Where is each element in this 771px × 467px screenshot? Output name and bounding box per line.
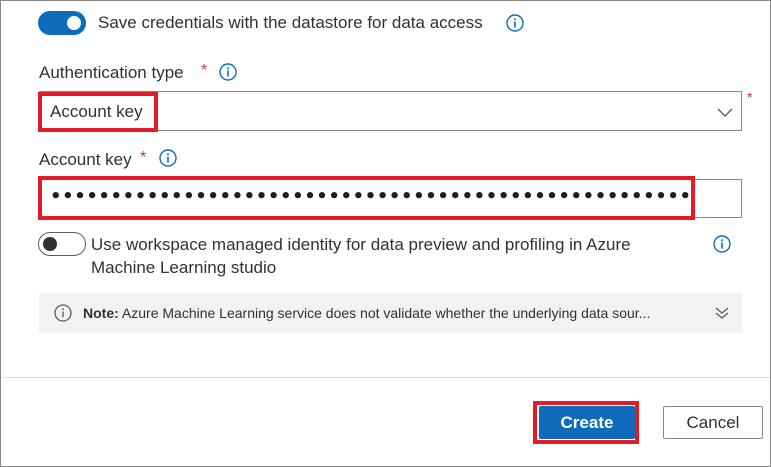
info-icon[interactable] [713,235,731,253]
info-icon[interactable] [219,63,237,81]
chevron-down-icon [717,105,733,117]
managed-identity-label-line2: Machine Learning studio [91,258,277,277]
required-mark: * [201,62,208,79]
auth-type-label: Authentication type [39,63,184,82]
info-icon[interactable] [506,14,524,32]
info-icon [54,304,72,322]
highlight-box-auth-type [38,92,158,132]
note-body: Azure Machine Learning service does not … [121,305,651,321]
double-chevron-down-icon[interactable] [714,305,730,321]
managed-identity-label-line1: Use workspace managed identity for data … [91,235,631,254]
save-credentials-toggle[interactable] [38,11,86,35]
account-key-label: Account key [39,150,132,169]
note-prefix: Note: [83,305,119,321]
side-required-mark: * [747,89,753,105]
footer-divider [1,377,770,378]
toggle-knob [67,16,81,30]
cancel-button[interactable]: Cancel [663,406,763,439]
highlight-box-create [533,401,639,444]
validation-note-bar: Note: Azure Machine Learning service doe… [39,293,742,333]
highlight-box-account-key [38,176,695,220]
required-mark: * [140,149,147,166]
datastore-credentials-panel: Save credentials with the datastore for … [0,0,771,467]
managed-identity-toggle[interactable] [38,232,86,256]
note-text: Note: Azure Machine Learning service doe… [83,305,650,321]
save-credentials-label: Save credentials with the datastore for … [98,13,483,32]
toggle-knob [43,237,57,251]
info-icon[interactable] [159,149,177,167]
